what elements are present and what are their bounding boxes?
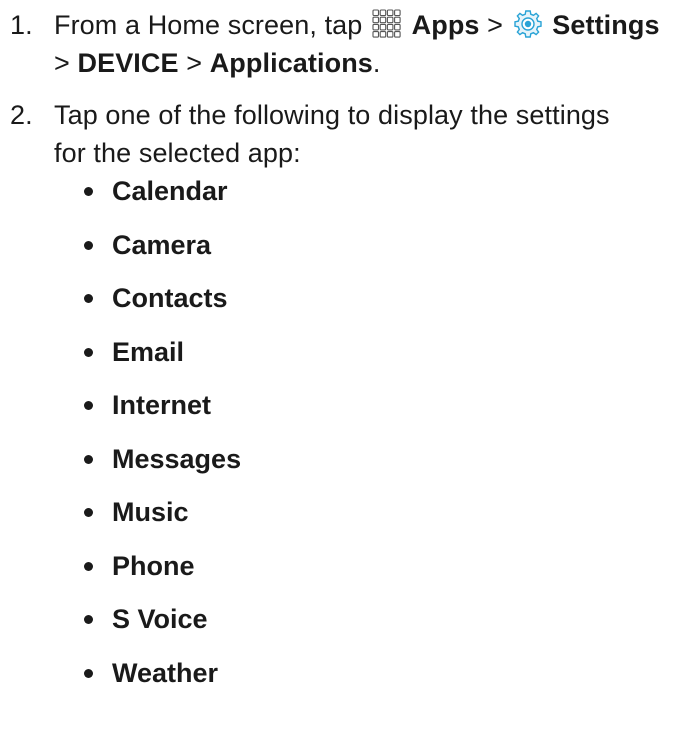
- step-2-line-1: Tap one of the following to display the …: [54, 100, 610, 130]
- step-number: 1.: [10, 10, 33, 40]
- bullet-icon: [84, 668, 93, 678]
- list-item: Camera: [84, 226, 241, 280]
- bullet-icon: [84, 561, 93, 571]
- app-name: Phone: [112, 550, 195, 581]
- list-item: Email: [84, 333, 241, 387]
- app-list: Calendar Camera Contacts Email Internet …: [84, 172, 241, 707]
- app-name: Messages: [112, 443, 242, 474]
- instruction-page: 1. From a Home screen, tap Apps > Settin…: [0, 0, 686, 732]
- step-1-body: From a Home screen, tap Apps > Settings …: [54, 6, 686, 82]
- device-label: DEVICE: [77, 48, 179, 78]
- app-name: Calendar: [112, 176, 228, 206]
- bullet-icon: [84, 615, 93, 624]
- app-name: S Voice: [112, 604, 208, 634]
- app-name: Music: [112, 497, 189, 527]
- bullet-icon: [84, 454, 93, 464]
- bullet-icon: [84, 347, 93, 357]
- list-item: Phone: [84, 547, 241, 601]
- settings-gear-icon: [513, 10, 542, 38]
- bullet-icon: [84, 240, 93, 250]
- step-1-text: From a Home screen, tap: [54, 10, 363, 40]
- list-item: Music: [84, 493, 241, 547]
- list-item: Contacts: [84, 279, 241, 333]
- list-item: S Voice: [84, 600, 241, 654]
- bullet-icon: [84, 187, 93, 196]
- step-2-body: Tap one of the following to display the …: [54, 96, 686, 172]
- apps-label: Apps: [411, 10, 480, 40]
- bullet-icon: [84, 508, 93, 517]
- app-name: Internet: [112, 390, 212, 420]
- bullet-icon: [84, 401, 93, 410]
- step-number: 2.: [10, 100, 33, 130]
- bullet-icon: [84, 294, 93, 303]
- list-item: Weather: [84, 654, 241, 708]
- separator: >: [186, 48, 203, 78]
- separator: >: [54, 48, 70, 78]
- separator: >: [487, 10, 504, 40]
- app-name: Camera: [112, 229, 212, 260]
- app-name: Contacts: [112, 283, 228, 313]
- app-name: Weather: [112, 657, 219, 688]
- applications-label: Applications: [209, 48, 373, 78]
- step-2-line-2: for the selected app:: [54, 138, 301, 168]
- list-item: Messages: [84, 440, 241, 494]
- list-item: Calendar: [84, 172, 241, 226]
- apps-grid-icon: [372, 9, 401, 38]
- period: .: [372, 48, 381, 78]
- app-name: Email: [112, 336, 185, 367]
- list-item: Internet: [84, 386, 241, 440]
- settings-label: Settings: [552, 10, 660, 40]
